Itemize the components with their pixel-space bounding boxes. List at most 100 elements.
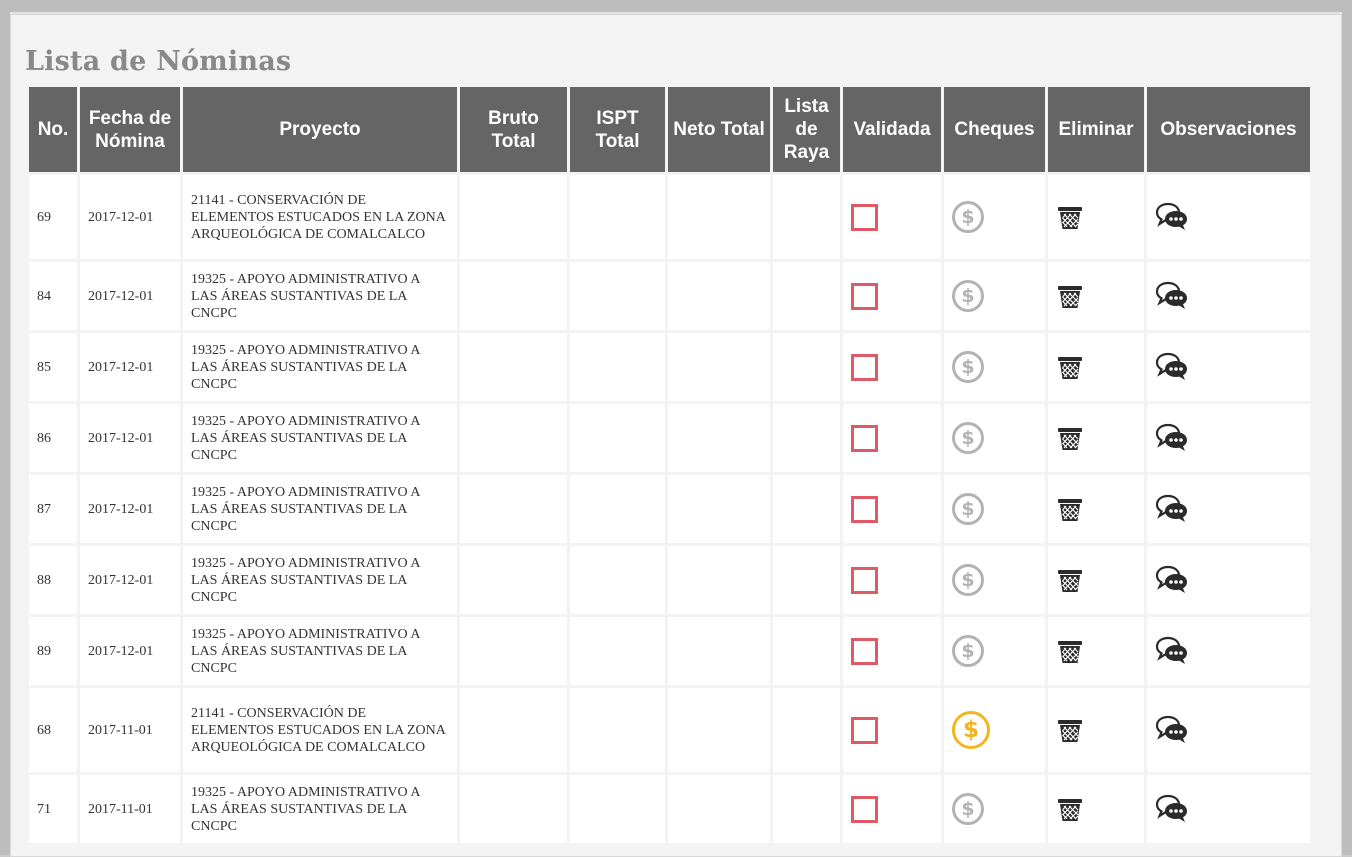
comments-icon[interactable] [1155, 352, 1189, 380]
cell-observaciones [1147, 404, 1310, 472]
table-row: 85 2017-12-01 19325 - APOYO ADMINISTRATI… [29, 333, 1310, 401]
table-row: 84 2017-12-01 19325 - APOYO ADMINISTRATI… [29, 262, 1310, 330]
trash-icon[interactable] [1056, 499, 1084, 521]
checkbox-unchecked-icon[interactable] [851, 282, 878, 310]
header-validada[interactable]: Validada [843, 87, 941, 172]
page-title: Lista de Nóminas [25, 46, 292, 77]
cell-neto [668, 617, 770, 685]
checkbox-unchecked-icon[interactable] [851, 716, 878, 744]
checkbox-unchecked-icon[interactable] [851, 353, 878, 381]
dollar-coin-icon[interactable]: $ [952, 793, 984, 825]
cell-fecha: 2017-12-01 [80, 617, 180, 685]
cell-no: 87 [29, 475, 77, 543]
checkbox-unchecked-icon[interactable] [851, 424, 878, 452]
header-fecha[interactable]: Fecha de Nómina [80, 87, 180, 172]
trash-icon[interactable] [1056, 428, 1084, 450]
cell-fecha: 2017-11-01 [80, 775, 180, 843]
cell-eliminar [1048, 333, 1144, 401]
cell-proyecto: 21141 - CONSERVACIÓN DE ELEMENTOS ESTUCA… [183, 175, 457, 259]
cell-eliminar [1048, 175, 1144, 259]
cell-no: 71 [29, 775, 77, 843]
cell-neto [668, 475, 770, 543]
cell-neto [668, 404, 770, 472]
cell-ispt [570, 546, 665, 614]
cell-cheques: $ [944, 333, 1045, 401]
header-ispt[interactable]: ISPT Total [570, 87, 665, 172]
cell-cheques: $ [944, 617, 1045, 685]
trash-icon[interactable] [1056, 357, 1084, 379]
window-frame: Lista de Nóminas No. Fecha de Nómina Pro… [0, 0, 1352, 857]
comments-icon[interactable] [1155, 794, 1189, 822]
cell-ispt [570, 475, 665, 543]
trash-icon[interactable] [1056, 799, 1084, 821]
header-proyecto[interactable]: Proyecto [183, 87, 457, 172]
cell-neto [668, 333, 770, 401]
checkbox-unchecked-icon[interactable] [851, 495, 878, 523]
dollar-coin-icon[interactable]: $ [952, 280, 984, 312]
trash-icon[interactable] [1056, 720, 1084, 742]
cell-bruto [460, 775, 567, 843]
cell-eliminar [1048, 775, 1144, 843]
header-eliminar[interactable]: Eliminar [1048, 87, 1144, 172]
comments-icon[interactable] [1155, 494, 1189, 522]
cell-proyecto: 19325 - APOYO ADMINISTRATIVO A LAS ÁREAS… [183, 262, 457, 330]
cell-bruto [460, 262, 567, 330]
dollar-coin-icon[interactable]: $ [952, 711, 990, 749]
cell-observaciones [1147, 546, 1310, 614]
comments-icon[interactable] [1155, 565, 1189, 593]
comments-icon[interactable] [1155, 202, 1189, 230]
cell-validada [843, 404, 941, 472]
checkbox-unchecked-icon[interactable] [851, 637, 878, 665]
cell-bruto [460, 333, 567, 401]
cell-observaciones [1147, 333, 1310, 401]
cell-bruto [460, 546, 567, 614]
checkbox-unchecked-icon[interactable] [851, 566, 878, 594]
cell-observaciones [1147, 688, 1310, 772]
comments-icon[interactable] [1155, 423, 1189, 451]
cell-validada [843, 546, 941, 614]
cell-validada [843, 688, 941, 772]
cell-observaciones [1147, 617, 1310, 685]
dollar-coin-icon[interactable]: $ [952, 422, 984, 454]
cell-no: 69 [29, 175, 77, 259]
cell-fecha: 2017-12-01 [80, 333, 180, 401]
comments-icon[interactable] [1155, 636, 1189, 664]
cell-fecha: 2017-12-01 [80, 262, 180, 330]
comments-icon[interactable] [1155, 281, 1189, 309]
cell-fecha: 2017-12-01 [80, 404, 180, 472]
cell-lista [773, 404, 840, 472]
cell-eliminar [1048, 546, 1144, 614]
cell-no: 84 [29, 262, 77, 330]
header-observaciones[interactable]: Observaciones [1147, 87, 1310, 172]
header-lista[interactable]: Lista de Raya [773, 87, 840, 172]
cell-lista [773, 333, 840, 401]
trash-icon[interactable] [1056, 641, 1084, 663]
cell-ispt [570, 333, 665, 401]
checkbox-unchecked-icon[interactable] [851, 795, 878, 823]
table-row: 88 2017-12-01 19325 - APOYO ADMINISTRATI… [29, 546, 1310, 614]
dollar-coin-icon[interactable]: $ [952, 201, 984, 233]
cell-observaciones [1147, 175, 1310, 259]
dollar-coin-icon[interactable]: $ [952, 564, 984, 596]
header-cheques[interactable]: Cheques [944, 87, 1045, 172]
cell-lista [773, 475, 840, 543]
cell-proyecto: 19325 - APOYO ADMINISTRATIVO A LAS ÁREAS… [183, 333, 457, 401]
dollar-coin-icon[interactable]: $ [952, 351, 984, 383]
trash-icon[interactable] [1056, 570, 1084, 592]
cell-proyecto: 19325 - APOYO ADMINISTRATIVO A LAS ÁREAS… [183, 546, 457, 614]
header-neto[interactable]: Neto Total [668, 87, 770, 172]
checkbox-unchecked-icon[interactable] [851, 203, 878, 231]
dollar-coin-icon[interactable]: $ [952, 493, 984, 525]
dollar-coin-icon[interactable]: $ [952, 635, 984, 667]
cell-validada [843, 175, 941, 259]
cell-eliminar [1048, 688, 1144, 772]
comments-icon[interactable] [1155, 715, 1189, 743]
trash-icon[interactable] [1056, 286, 1084, 308]
cell-lista [773, 175, 840, 259]
header-no[interactable]: No. [29, 87, 77, 172]
trash-icon[interactable] [1056, 207, 1084, 229]
table-row: 68 2017-11-01 21141 - CONSERVACIÓN DE EL… [29, 688, 1310, 772]
cell-cheques: $ [944, 475, 1045, 543]
header-bruto[interactable]: Bruto Total [460, 87, 567, 172]
cell-cheques: $ [944, 546, 1045, 614]
